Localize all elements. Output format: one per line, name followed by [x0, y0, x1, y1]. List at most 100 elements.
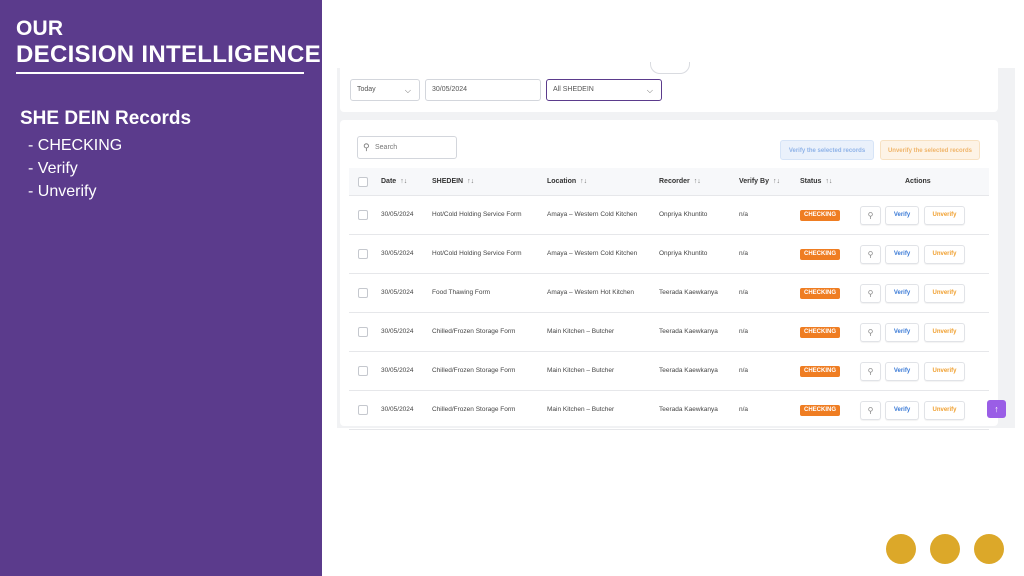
cell-location: Main Kitchen – Butcher: [547, 328, 615, 335]
cell-recorder: Teerada Kaewkanya: [659, 289, 718, 296]
cell-location: Main Kitchen – Butcher: [547, 406, 615, 413]
scroll-to-top-button[interactable]: ↑: [987, 400, 1006, 418]
view-button[interactable]: ⚲: [860, 362, 881, 381]
unverify-button[interactable]: Unverify: [924, 206, 965, 225]
row-checkbox[interactable]: [358, 288, 368, 298]
cell-recorder: Onpriya Khuntito: [659, 250, 708, 257]
cell-date: 30/05/2024: [381, 367, 414, 374]
status-badge: CHECKING: [800, 288, 841, 299]
row-checkbox[interactable]: [358, 405, 368, 415]
shedein-value: All SHEDEIN: [553, 86, 594, 93]
verify-button[interactable]: Verify: [885, 245, 919, 264]
app-screenshot: Today ⌵ 30/05/2024 All SHEDEIN ⌵ ⚲ Searc…: [337, 62, 1015, 430]
search-icon: ⚲: [867, 250, 874, 259]
bullet-item: - Unverify: [28, 183, 97, 200]
cell-verify-by: n/a: [739, 367, 749, 374]
chevron-down-icon: ⌵: [404, 86, 411, 95]
status-badge: CHECKING: [800, 210, 841, 221]
view-button[interactable]: ⚲: [860, 323, 881, 342]
search-input[interactable]: ⚲ Search: [357, 136, 457, 159]
arrow-up-icon: ↑: [994, 404, 999, 414]
cell-date: 30/05/2024: [381, 406, 414, 413]
cell-recorder: Teerada Kaewkanya: [659, 406, 718, 413]
column-recorder[interactable]: Recorder ↑↓: [659, 168, 701, 196]
sort-icon[interactable]: ↑↓: [467, 178, 474, 185]
unverify-button[interactable]: Unverify: [924, 284, 965, 303]
verify-button[interactable]: Verify: [885, 323, 919, 342]
filter-bar: Today ⌵ 30/05/2024 All SHEDEIN ⌵: [340, 62, 998, 112]
unverify-button[interactable]: Unverify: [924, 401, 965, 420]
unverify-button[interactable]: Unverify: [924, 323, 965, 342]
unverify-selected-button[interactable]: Unverify the selected records: [880, 140, 980, 160]
cell-shedein: Food Thawing Form: [432, 289, 491, 296]
cell-recorder: Teerada Kaewkanya: [659, 328, 718, 335]
cell-verify-by: n/a: [739, 406, 749, 413]
cell-date: 30/05/2024: [381, 250, 414, 257]
period-value: Today: [357, 86, 376, 93]
search-icon: ⚲: [867, 367, 874, 376]
cell-shedein: Chilled/Frozen Storage Form: [432, 328, 516, 335]
view-button[interactable]: ⚲: [860, 206, 881, 225]
sort-icon[interactable]: ↑↓: [400, 178, 407, 185]
verify-selected-button[interactable]: Verify the selected records: [780, 140, 874, 160]
view-button[interactable]: ⚲: [860, 401, 881, 420]
table-header: Date ↑↓ SHEDEIN ↑↓ Location ↑↓ Recorder ↑↓ V…: [349, 168, 989, 196]
cell-shedein: Hot/Cold Holding Service Form: [432, 211, 522, 218]
shedein-select[interactable]: All SHEDEIN ⌵: [546, 79, 662, 101]
table-row: 30/05/2024 Chilled/Frozen Storage Form Mai…: [349, 313, 989, 352]
cell-shedein: Hot/Cold Holding Service Form: [432, 250, 522, 257]
cell-verify-by: n/a: [739, 250, 749, 257]
period-select[interactable]: Today ⌵: [350, 79, 420, 101]
view-button[interactable]: ⚲: [860, 284, 881, 303]
date-input[interactable]: 30/05/2024: [425, 79, 541, 101]
cell-shedein: Chilled/Frozen Storage Form: [432, 367, 516, 374]
row-checkbox[interactable]: [358, 249, 368, 259]
row-checkbox[interactable]: [358, 366, 368, 376]
sort-icon[interactable]: ↑↓: [773, 178, 780, 185]
search-icon: ⚲: [867, 328, 874, 337]
sort-icon[interactable]: ↑↓: [694, 178, 701, 185]
sort-icon[interactable]: ↑↓: [825, 178, 832, 185]
cell-shedein: Chilled/Frozen Storage Form: [432, 406, 516, 413]
cell-location: Amaya – Western Hot Kitchen: [547, 289, 634, 296]
sort-icon[interactable]: ↑↓: [580, 178, 587, 185]
filter-tab-handle[interactable]: [650, 62, 690, 74]
search-icon: ⚲: [867, 406, 874, 415]
select-all-checkbox[interactable]: [358, 177, 368, 187]
verify-button[interactable]: Verify: [885, 401, 919, 420]
cell-recorder: Teerada Kaewkanya: [659, 367, 718, 374]
column-status[interactable]: Status ↑↓: [800, 168, 832, 196]
verify-button[interactable]: Verify: [885, 284, 919, 303]
unverify-button[interactable]: Unverify: [924, 245, 965, 264]
column-date[interactable]: Date ↑↓: [381, 168, 407, 196]
cell-date: 30/05/2024: [381, 211, 414, 218]
verify-button[interactable]: Verify: [885, 206, 919, 225]
table-row: 30/05/2024 Chilled/Frozen Storage Form Mai…: [349, 391, 989, 430]
table-row: 30/05/2024 Hot/Cold Holding Service Form A…: [349, 196, 989, 235]
cell-location: Amaya – Western Cold Kitchen: [547, 250, 638, 257]
row-checkbox[interactable]: [358, 327, 368, 337]
search-icon: ⚲: [867, 289, 874, 298]
left-panel: OUR DECISION INTELLIGENCE SHE DEIN Recor…: [0, 0, 322, 576]
cell-location: Main Kitchen – Butcher: [547, 367, 615, 374]
bullet-item: - Verify: [28, 160, 78, 177]
date-value: 30/05/2024: [432, 86, 468, 93]
view-button[interactable]: ⚲: [860, 245, 881, 264]
cell-verify-by: n/a: [739, 328, 749, 335]
table-row: 30/05/2024 Food Thawing Form Amaya – Weste…: [349, 274, 989, 313]
bullet-item: - CHECKING: [28, 137, 123, 154]
column-verify-by[interactable]: Verify By ↑↓: [739, 168, 780, 196]
row-checkbox[interactable]: [358, 210, 368, 220]
cell-recorder: Onpriya Khuntito: [659, 211, 708, 218]
brand-top-text: OUR: [16, 17, 64, 40]
status-badge: CHECKING: [800, 405, 841, 416]
chevron-down-icon: ⌵: [646, 86, 653, 95]
cell-date: 30/05/2024: [381, 289, 414, 296]
records-table-card: ⚲ Search Verify the selected records Unv…: [340, 120, 998, 430]
verify-button[interactable]: Verify: [885, 362, 919, 381]
column-shedein[interactable]: SHEDEIN ↑↓: [432, 168, 474, 196]
column-actions: Actions: [905, 178, 931, 185]
unverify-button[interactable]: Unverify: [924, 362, 965, 381]
search-icon: ⚲: [363, 142, 370, 152]
column-location[interactable]: Location ↑↓: [547, 168, 587, 196]
